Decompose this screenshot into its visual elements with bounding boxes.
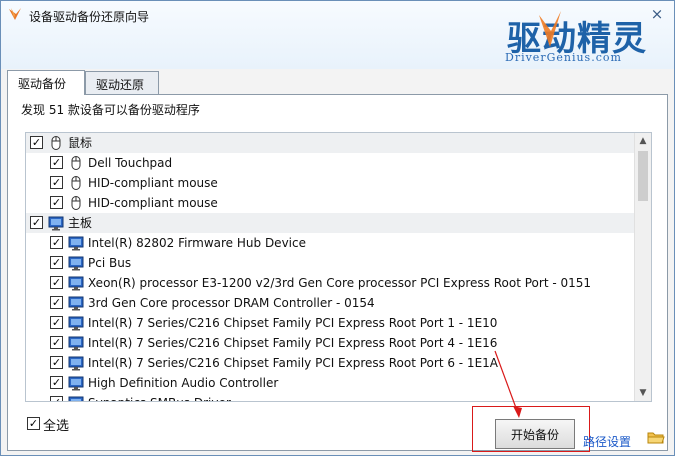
monitor-icon bbox=[68, 356, 84, 371]
logo-sub-text: DriverGenius.com bbox=[505, 51, 622, 64]
monitor-icon bbox=[68, 276, 84, 291]
title-bar: 设备驱动备份还原向导 × 驱动精灵 DriverGenius.com bbox=[1, 1, 674, 69]
select-all-check[interactable]: ✓ bbox=[27, 417, 40, 430]
device-row[interactable]: ✓ Xeon(R) processor E3-1200 v2/3rd Gen Co… bbox=[26, 273, 635, 293]
folder-icon[interactable] bbox=[647, 429, 665, 445]
device-checkbox[interactable]: ✓ bbox=[50, 236, 63, 249]
device-label: High Definition Audio Controller bbox=[88, 376, 279, 390]
tab-driver-restore[interactable]: 驱动还原 bbox=[85, 71, 159, 94]
device-row[interactable]: ✓ Pci Bus bbox=[26, 253, 635, 273]
vertical-scrollbar[interactable]: ▲ ▼ bbox=[634, 133, 651, 401]
device-row[interactable]: ✓ HID-compliant mouse bbox=[26, 193, 635, 213]
device-row[interactable]: ✓ Intel(R) 7 Series/C216 Chipset Family P… bbox=[26, 333, 635, 353]
device-row[interactable]: ✓ Intel(R) 7 Series/C216 Chipset Family P… bbox=[26, 353, 635, 373]
device-row[interactable]: ✓ Synaptics SMBus Driver bbox=[26, 393, 635, 401]
group-label: 鼠标 bbox=[68, 136, 93, 150]
group-checkbox[interactable]: ✓ bbox=[30, 136, 43, 149]
group-label: 主板 bbox=[68, 216, 93, 230]
device-checkbox[interactable]: ✓ bbox=[50, 156, 63, 169]
device-label: Intel(R) 7 Series/C216 Chipset Family PC… bbox=[88, 316, 498, 330]
device-checkbox[interactable]: ✓ bbox=[50, 396, 63, 401]
scroll-down-button[interactable]: ▼ bbox=[635, 385, 651, 401]
app-logo-icon bbox=[9, 8, 21, 20]
monitor-icon bbox=[68, 396, 84, 401]
device-row[interactable]: ✓ High Definition Audio Controller bbox=[26, 373, 635, 393]
device-row[interactable]: ✓ 3rd Gen Core processor DRAM Controller … bbox=[26, 293, 635, 313]
monitor-icon bbox=[48, 216, 64, 231]
device-label: 3rd Gen Core processor DRAM Controller -… bbox=[88, 296, 375, 310]
driver-genius-logo: 驱动精灵 DriverGenius.com bbox=[499, 9, 649, 65]
mouse-icon bbox=[71, 156, 81, 170]
device-checkbox[interactable]: ✓ bbox=[50, 336, 63, 349]
device-checkbox[interactable]: ✓ bbox=[50, 196, 63, 209]
group-row[interactable]: ✓ 鼠标 bbox=[26, 133, 635, 153]
found-devices-text: 发现 51 款设备可以备份驱动程序 bbox=[21, 103, 200, 117]
device-checkbox[interactable]: ✓ bbox=[50, 256, 63, 269]
device-label: Synaptics SMBus Driver bbox=[88, 393, 231, 401]
device-checkbox[interactable]: ✓ bbox=[50, 376, 63, 389]
logo-flame-icon bbox=[539, 11, 561, 47]
monitor-icon bbox=[68, 336, 84, 351]
device-label: Intel(R) 7 Series/C216 Chipset Family PC… bbox=[88, 336, 498, 350]
tab-driver-backup[interactable]: 驱动备份 bbox=[7, 70, 85, 95]
device-row[interactable]: ✓ HID-compliant mouse bbox=[26, 173, 635, 193]
scroll-thumb[interactable] bbox=[638, 151, 648, 201]
path-settings-link[interactable]: 路径设置 bbox=[583, 433, 631, 450]
device-row[interactable]: ✓ Dell Touchpad bbox=[26, 153, 635, 173]
monitor-icon bbox=[68, 236, 84, 251]
group-checkbox[interactable]: ✓ bbox=[30, 216, 43, 229]
monitor-icon bbox=[68, 256, 84, 271]
device-label: Xeon(R) processor E3-1200 v2/3rd Gen Cor… bbox=[88, 276, 592, 290]
mouse-icon bbox=[71, 196, 81, 210]
scroll-up-button[interactable]: ▲ bbox=[635, 133, 651, 149]
start-backup-button[interactable]: 开始备份 bbox=[495, 419, 575, 449]
window-title: 设备驱动备份还原向导 bbox=[29, 10, 150, 24]
device-label: Dell Touchpad bbox=[88, 156, 173, 170]
device-list[interactable]: ✓ 鼠标 ✓ Dell Touchpad ✓ HID-compliant mouse ✓ HI… bbox=[25, 132, 652, 402]
device-checkbox[interactable]: ✓ bbox=[50, 316, 63, 329]
device-label: HID-compliant mouse bbox=[88, 176, 218, 190]
monitor-icon bbox=[68, 296, 84, 311]
device-label: Intel(R) 7 Series/C216 Chipset Family PC… bbox=[88, 356, 498, 370]
device-label: Pci Bus bbox=[88, 256, 132, 270]
group-row[interactable]: ✓ 主板 bbox=[26, 213, 635, 233]
device-checkbox[interactable]: ✓ bbox=[50, 276, 63, 289]
device-label: Intel(R) 82802 Firmware Hub Device bbox=[88, 236, 306, 250]
device-label: HID-compliant mouse bbox=[88, 196, 218, 210]
monitor-icon bbox=[68, 376, 84, 391]
mouse-icon bbox=[71, 176, 81, 190]
device-checkbox[interactable]: ✓ bbox=[50, 356, 63, 369]
close-button[interactable]: × bbox=[649, 6, 665, 22]
device-row[interactable]: ✓ Intel(R) 7 Series/C216 Chipset Family P… bbox=[26, 313, 635, 333]
device-checkbox[interactable]: ✓ bbox=[50, 296, 63, 309]
device-row[interactable]: ✓ Intel(R) 82802 Firmware Hub Device bbox=[26, 233, 635, 253]
backup-wizard-window: 设备驱动备份还原向导 × 驱动精灵 DriverGenius.com 驱动备份 … bbox=[0, 0, 675, 456]
mouse-icon bbox=[51, 136, 61, 150]
select-all-label: 全选 bbox=[43, 419, 70, 434]
monitor-icon bbox=[68, 316, 84, 331]
device-checkbox[interactable]: ✓ bbox=[50, 176, 63, 189]
